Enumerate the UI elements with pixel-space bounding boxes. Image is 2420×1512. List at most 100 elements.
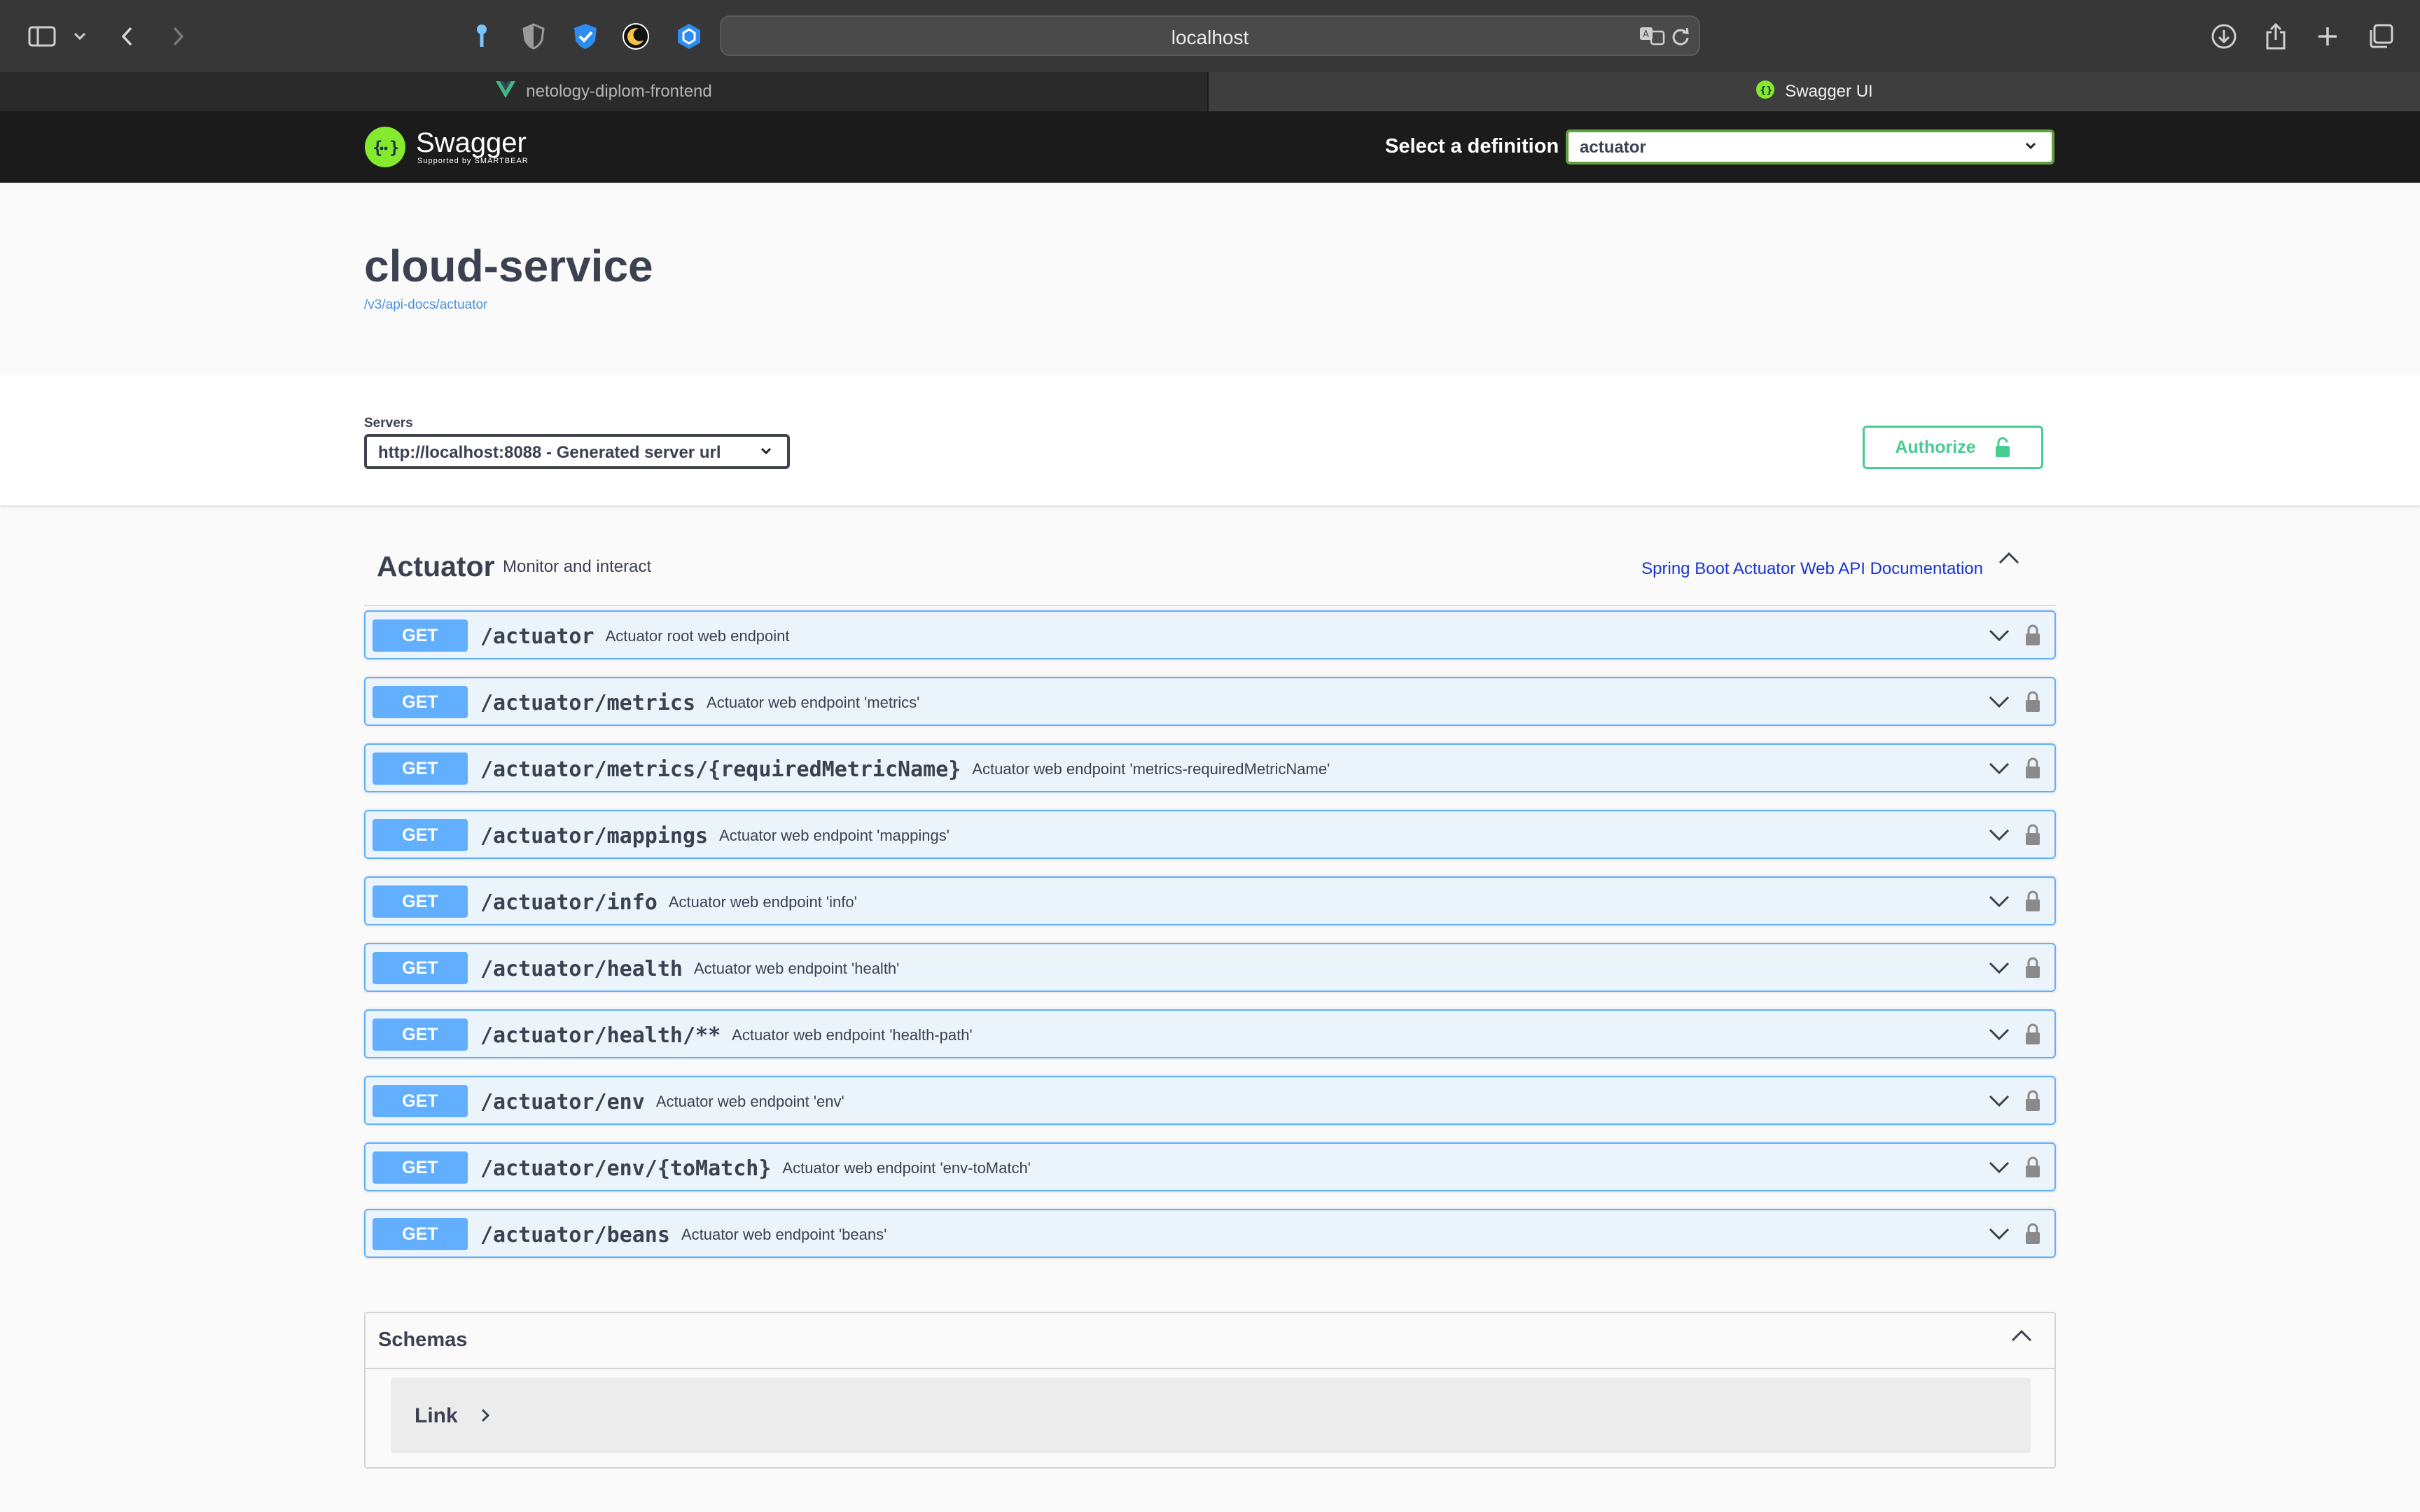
unlock-icon xyxy=(1995,437,2010,457)
chevron-down-icon[interactable] xyxy=(1987,693,2011,713)
spec-url-link[interactable]: /v3/api-docs/actuator xyxy=(364,298,487,313)
schema-model-link[interactable]: Link xyxy=(391,1378,2031,1453)
chevron-down-icon[interactable] xyxy=(1987,1026,2011,1046)
operation-summary: Actuator web endpoint 'metrics' xyxy=(707,694,920,711)
chevron-down-icon[interactable] xyxy=(1987,626,2011,647)
schemas-header[interactable]: Schemas xyxy=(366,1313,2054,1369)
sidebar-toggle-icon[interactable] xyxy=(27,21,57,52)
back-icon[interactable] xyxy=(112,21,143,52)
swagger-topbar: {} Swagger Supported by SMARTBEAR Select… xyxy=(0,111,2420,183)
chevron-down-icon[interactable] xyxy=(64,21,95,52)
operation-path: /actuator/mappings xyxy=(480,824,709,848)
servers-label: Servers xyxy=(364,416,413,430)
lock-icon[interactable] xyxy=(2024,889,2042,916)
tab-label: netology-diplom-frontend xyxy=(526,82,712,101)
lock-icon[interactable] xyxy=(2024,955,2042,983)
method-badge: GET xyxy=(373,620,468,652)
schemas-title: Schemas xyxy=(378,1329,468,1351)
translate-icon[interactable]: A xyxy=(1639,25,1665,50)
operation-get-mappings[interactable]: GET /actuator/mappings Actuator web endpo… xyxy=(364,810,2056,859)
lock-icon[interactable] xyxy=(2024,1155,2042,1182)
operation-summary: Actuator web endpoint 'health-path' xyxy=(732,1026,973,1044)
tab-overview-icon[interactable] xyxy=(2365,21,2396,52)
definition-select[interactable]: actuator xyxy=(1566,130,2054,164)
tag-name: Actuator xyxy=(377,550,495,582)
operation-get-beans[interactable]: GET /actuator/beans Actuator web endpoint… xyxy=(364,1209,2056,1258)
lock-icon[interactable] xyxy=(2024,756,2042,783)
info-section: cloud-service /v3/api-docs/actuator xyxy=(0,183,2420,375)
operation-summary: Actuator web endpoint 'env-toMatch' xyxy=(782,1159,1031,1177)
lock-icon[interactable] xyxy=(2024,1088,2042,1116)
chevron-down-icon[interactable] xyxy=(1987,892,2011,913)
tag-doc-link[interactable]: Spring Boot Actuator Web API Documentati… xyxy=(1641,559,1983,579)
lock-icon[interactable] xyxy=(2024,690,2042,717)
browser-toolbar: localhost A xyxy=(0,0,2420,72)
operation-path: /actuator xyxy=(480,624,594,649)
definition-value: actuator xyxy=(1580,138,1646,157)
password-key-icon[interactable] xyxy=(466,21,497,52)
chevron-down-icon[interactable] xyxy=(1987,1225,2011,1245)
tab-swagger-ui[interactable]: {} Swagger UI xyxy=(1209,72,2420,111)
chevron-up-icon[interactable] xyxy=(1997,550,2021,569)
tab-label: Swagger UI xyxy=(1785,82,1873,101)
reload-icon[interactable] xyxy=(1671,27,1690,50)
operation-summary: Actuator root web endpoint xyxy=(605,627,790,645)
operation-get-env-to-match[interactable]: GET /actuator/env/{toMatch} Actuator web … xyxy=(364,1142,2056,1191)
swagger-logo[interactable]: {} Swagger Supported by SMARTBEAR xyxy=(364,124,529,170)
svg-text:{}: {} xyxy=(1760,85,1773,96)
page-title: cloud-service xyxy=(364,241,653,291)
method-badge: GET xyxy=(373,952,468,984)
dark-mode-extension-icon[interactable] xyxy=(620,21,651,52)
chevron-down-icon[interactable] xyxy=(1987,760,2011,780)
shield-icon[interactable] xyxy=(518,21,549,52)
chevron-down-icon[interactable] xyxy=(1987,1092,2011,1112)
lock-icon[interactable] xyxy=(2024,1222,2042,1249)
operation-summary: Actuator web endpoint 'mappings' xyxy=(719,827,950,844)
operation-get-info[interactable]: GET /actuator/info Actuator web endpoint … xyxy=(364,876,2056,925)
extension-check-icon[interactable] xyxy=(570,21,601,52)
operation-path: /actuator/env xyxy=(480,1090,645,1114)
operation-path: /actuator/info xyxy=(480,890,658,915)
address-url: localhost xyxy=(1171,27,1249,48)
address-bar[interactable]: localhost A xyxy=(720,15,1700,56)
chevron-right-icon[interactable] xyxy=(479,1407,492,1427)
lock-icon[interactable] xyxy=(2024,1022,2042,1049)
operation-path: /actuator/env/{toMatch} xyxy=(480,1156,772,1181)
logo-text: Swagger xyxy=(416,127,527,158)
chevron-down-icon[interactable] xyxy=(1987,826,2011,846)
method-badge: GET xyxy=(373,686,468,718)
operation-get-env[interactable]: GET /actuator/env Actuator web endpoint '… xyxy=(364,1076,2056,1125)
operation-path: /actuator/metrics/{requiredMetricName} xyxy=(480,757,961,782)
servers-section: Servers http://localhost:8088 - Generate… xyxy=(0,375,2420,505)
chevron-down-icon[interactable] xyxy=(1987,1158,2011,1179)
operation-get-metric-name[interactable]: GET /actuator/metrics/{requiredMetricNam… xyxy=(364,743,2056,792)
tag-description: Monitor and interact xyxy=(503,557,652,576)
new-tab-icon[interactable] xyxy=(2312,21,2343,52)
method-badge: GET xyxy=(373,1218,468,1250)
download-icon[interactable] xyxy=(2209,21,2239,52)
chevron-up-icon[interactable] xyxy=(2010,1327,2033,1348)
operation-summary: Actuator web endpoint 'health' xyxy=(693,960,900,977)
operation-summary: Actuator web endpoint 'info' xyxy=(668,893,857,911)
operation-get-actuator[interactable]: GET /actuator Actuator root web endpoint xyxy=(364,610,2056,659)
operation-path: /actuator/health xyxy=(480,957,683,981)
operation-get-health[interactable]: GET /actuator/health Actuator web endpoin… xyxy=(364,943,2056,992)
method-badge: GET xyxy=(373,1085,468,1117)
servers-select[interactable]: http://localhost:8088 - Generated server… xyxy=(364,434,790,469)
extension-hex-icon[interactable] xyxy=(674,21,704,52)
chevron-down-icon[interactable] xyxy=(1987,959,2011,979)
lock-icon[interactable] xyxy=(2024,623,2042,650)
tab-netology[interactable]: netology-diplom-frontend xyxy=(0,72,1209,111)
lock-icon[interactable] xyxy=(2024,822,2042,850)
svg-text:}: } xyxy=(389,138,399,158)
operation-get-metrics[interactable]: GET /actuator/metrics Actuator web endpoi… xyxy=(364,677,2056,726)
operation-path: /actuator/health/** xyxy=(480,1023,721,1048)
operation-summary: Actuator web endpoint 'beans' xyxy=(681,1226,887,1243)
tag-actuator-header[interactable]: Actuator Monitor and interact Spring Boo… xyxy=(364,529,2056,606)
swagger-logo-icon: {} xyxy=(365,127,405,167)
share-icon[interactable] xyxy=(2260,21,2291,52)
authorize-label: Authorize xyxy=(1895,437,1976,457)
forward-icon[interactable] xyxy=(162,21,193,52)
authorize-button[interactable]: Authorize xyxy=(1863,426,2043,469)
operation-get-health-path[interactable]: GET /actuator/health/** Actuator web endp… xyxy=(364,1009,2056,1058)
